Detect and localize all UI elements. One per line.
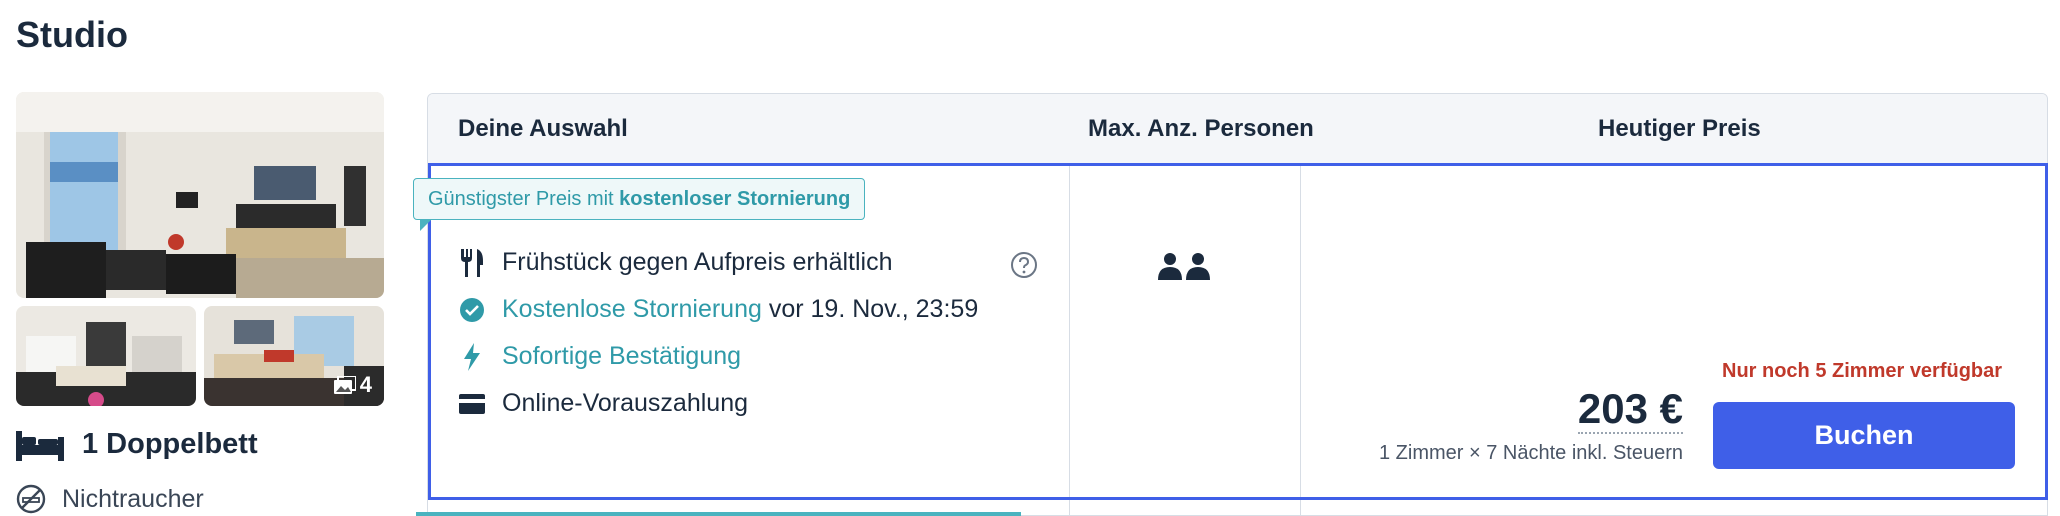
badge-tail [420, 219, 432, 231]
price[interactable]: 203 € [1577, 386, 1683, 434]
feature-breakfast: Frühstück gegen Aufpreis erhältlich [458, 248, 893, 277]
table-header: Deine Auswahl Max. Anz. Personen Heutige… [428, 94, 2047, 164]
photo-count-badge[interactable]: 4 [333, 372, 372, 398]
breakfast-label: Frühstück gegen Aufpreis erhältlich [502, 248, 893, 276]
no-smoking-icon [16, 484, 46, 514]
cancellation-deadline: vor 19. Nov., 23:59 [768, 295, 979, 323]
bed-icon [16, 430, 64, 461]
bed-info: 1 Doppelbett [16, 428, 258, 461]
bed-label: 1 Doppelbett [82, 428, 258, 460]
two-persons-icon [1158, 253, 1210, 280]
smoking-label: Nichtraucher [62, 484, 204, 513]
cheapest-price-badge: Günstigster Preis mit kostenloser Storni… [413, 178, 866, 220]
header-persons: Max. Anz. Personen [1088, 115, 1314, 142]
badge-text: Günstigster Preis mit [428, 188, 620, 210]
feature-cancellation: Kostenlose Stornierung vor 19. Nov., 23:… [458, 295, 978, 324]
question-circle-icon[interactable] [1010, 251, 1038, 279]
next-row-badge-edge [416, 512, 1021, 516]
header-choice: Deine Auswahl [458, 115, 628, 142]
lightning-icon [458, 342, 486, 371]
instant-confirmation-link[interactable]: Sofortige Bestätigung [502, 342, 741, 371]
check-circle-icon [458, 296, 486, 324]
room-photo-thumb-2[interactable]: 4 [204, 306, 384, 406]
availability-warning: Nur noch 5 Zimmer verfügbar [1722, 360, 2003, 382]
payment-label: Online-Vorauszahlung [502, 389, 748, 417]
free-cancellation-link[interactable]: Kostenlose Stornierung [502, 295, 762, 323]
photo-count: 4 [359, 372, 372, 397]
book-button[interactable]: Buchen [1713, 402, 2015, 469]
feature-payment: Online-Vorauszahlung [458, 389, 748, 418]
price-note: 1 Zimmer × 7 Nächte inkl. Steuern [1378, 442, 1683, 464]
room-title: Studio [16, 14, 128, 55]
credit-card-icon [458, 390, 486, 418]
badge-strong-text: kostenloser Stornierung [619, 188, 851, 210]
images-icon [333, 376, 356, 394]
header-price: Heutiger Preis [1598, 115, 1761, 142]
fork-knife-icon [458, 248, 486, 277]
room-photo-main[interactable] [16, 92, 384, 298]
feature-confirmation: Sofortige Bestätigung [458, 342, 741, 371]
smoking-info: Nichtraucher [16, 484, 204, 514]
room-photo-thumb-1[interactable] [16, 306, 196, 406]
